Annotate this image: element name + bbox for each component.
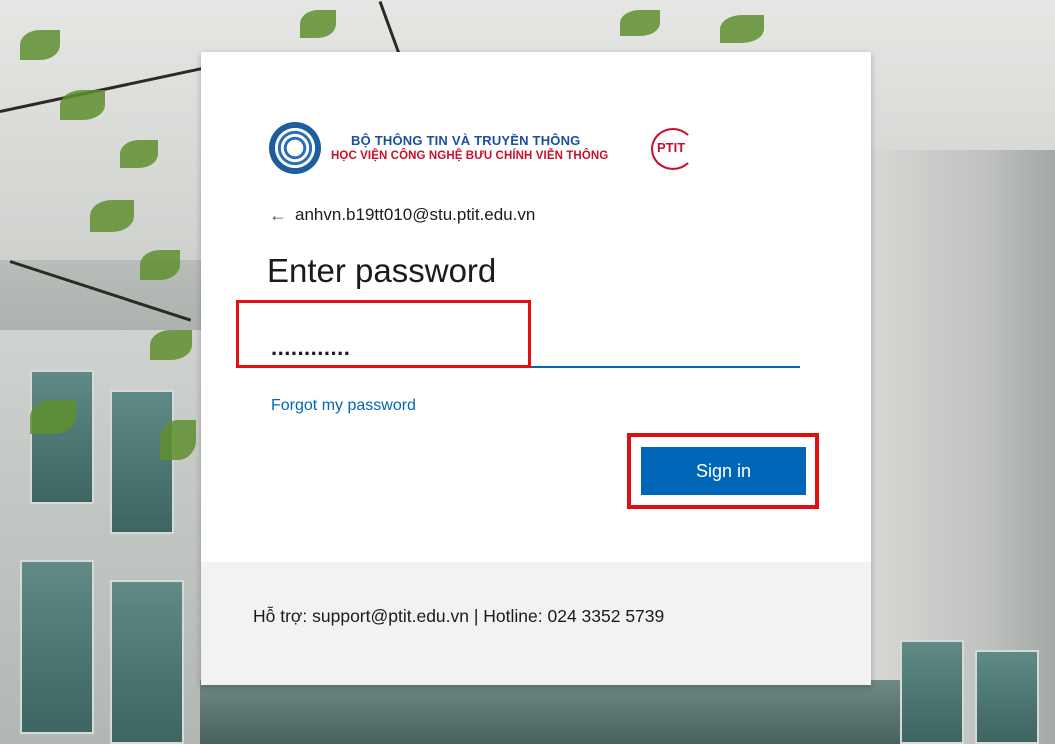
- ptit-logo-icon: PTIT: [649, 124, 695, 172]
- back-to-account-link[interactable]: ← anhvn.b19tt010@stu.ptit.edu.vn: [269, 202, 535, 228]
- tree-leaf: [140, 250, 180, 280]
- tree-leaf: [90, 200, 134, 232]
- tree-leaf: [30, 400, 76, 434]
- logo-ministry-name: BỘ THÔNG TIN VÀ TRUYỀN THÔNG: [351, 133, 581, 148]
- background-window: [900, 640, 964, 744]
- background-window: [975, 650, 1039, 744]
- tree-leaf: [300, 10, 336, 38]
- background-window: [30, 370, 94, 504]
- sign-in-button[interactable]: Sign in: [641, 447, 806, 495]
- forgot-password-link[interactable]: Forgot my password: [271, 397, 416, 415]
- login-card: BỘ THÔNG TIN VÀ TRUYỀN THÔNG HỌC VIỆN CÔ…: [201, 52, 871, 685]
- back-arrow-icon[interactable]: ←: [269, 206, 287, 224]
- organization-logo: BỘ THÔNG TIN VÀ TRUYỀN THÔNG HỌC VIỆN CÔ…: [269, 116, 709, 180]
- page-title: Enter password: [267, 252, 497, 289]
- tree-leaf: [60, 90, 105, 120]
- tree-leaf: [120, 140, 158, 168]
- background-window: [110, 390, 174, 534]
- support-contact-text: Hỗ trợ: support@ptit.edu.vn | Hotline: 0…: [253, 606, 665, 626]
- support-footer: Hỗ trợ: support@ptit.edu.vn | Hotline: 0…: [201, 562, 871, 685]
- logo-academy-name: HỌC VIỆN CÔNG NGHỆ BƯU CHÍNH VIỄN THÔNG: [331, 150, 609, 162]
- background-window: [110, 580, 184, 744]
- background-window: [20, 560, 94, 734]
- tree-leaf: [720, 15, 764, 43]
- ptit-logo-text: PTIT: [657, 140, 686, 155]
- tree-leaf: [620, 10, 660, 36]
- account-email: anhvn.b19tt010@stu.ptit.edu.vn: [295, 205, 536, 224]
- tree-leaf: [20, 30, 60, 60]
- tree-leaf: [150, 330, 192, 360]
- background-building-base: [200, 680, 900, 744]
- ministry-emblem-icon: [269, 122, 321, 174]
- password-highlight-box: [236, 300, 531, 368]
- tree-leaf: [160, 420, 196, 460]
